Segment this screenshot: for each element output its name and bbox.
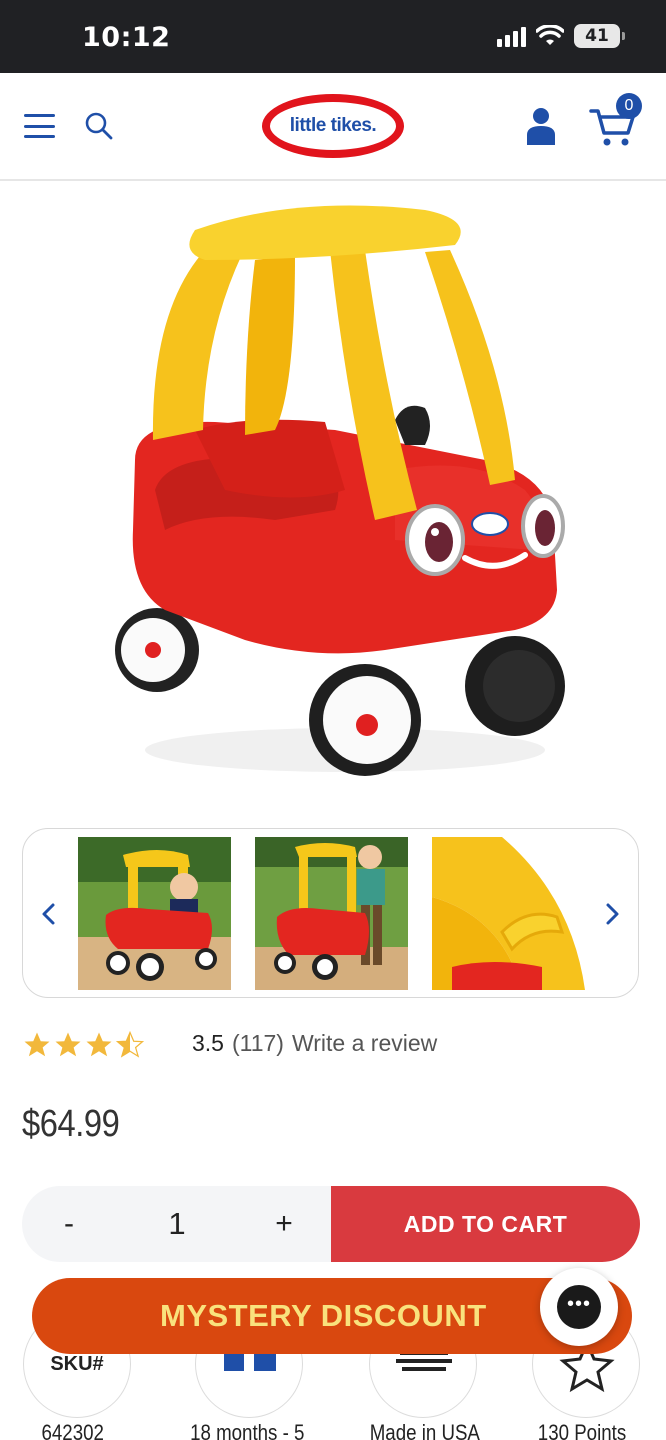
- thumbnail-3[interactable]: [432, 837, 585, 990]
- product-price: $64.99: [22, 1103, 120, 1145]
- thumbnail-2[interactable]: [255, 837, 408, 990]
- chevron-right-icon[interactable]: [600, 899, 624, 929]
- product-image[interactable]: [95, 190, 575, 810]
- site-header: little tikes. 0: [0, 73, 666, 181]
- cart-count-badge: 0: [616, 93, 642, 119]
- chevron-left-icon[interactable]: [37, 899, 61, 929]
- battery-icon: 41: [574, 24, 625, 48]
- star-icon: [55, 1032, 81, 1057]
- wifi-icon: [536, 25, 564, 45]
- status-bar: 10:12 41: [0, 0, 666, 73]
- review-count[interactable]: (117): [232, 1030, 284, 1057]
- write-review-link[interactable]: Write a review: [292, 1030, 437, 1057]
- points-label: 130 Points: [537, 1420, 627, 1440]
- age-range: 18 months - 5: [190, 1420, 305, 1440]
- brand-logo[interactable]: little tikes.: [262, 94, 404, 158]
- rating-stars[interactable]: [22, 1030, 145, 1060]
- quantity-stepper: - 1 +: [22, 1186, 332, 1262]
- signal-icon: [497, 25, 526, 47]
- chat-button[interactable]: •••: [540, 1268, 618, 1346]
- sku-value: 642302: [41, 1420, 104, 1440]
- star-icon: [24, 1032, 50, 1057]
- quantity-value[interactable]: 1: [152, 1204, 202, 1244]
- thumbnail-carousel: [22, 828, 639, 998]
- rating-value: 3.5: [192, 1030, 224, 1056]
- star-icon: [86, 1032, 112, 1057]
- rating-summary: 3.5 (117) Write a review: [192, 1030, 437, 1057]
- sku-badge-text: SKU#: [50, 1353, 104, 1375]
- half-star-icon: [115, 1030, 145, 1058]
- thumbnail-1[interactable]: [78, 837, 231, 990]
- chat-bubble-icon: •••: [557, 1285, 601, 1329]
- add-to-cart-button[interactable]: ADD TO CART: [331, 1186, 640, 1262]
- menu-icon[interactable]: [24, 114, 55, 138]
- logo-text: little tikes.: [289, 115, 377, 136]
- search-icon[interactable]: [84, 111, 114, 141]
- quantity-increase-button[interactable]: +: [267, 1204, 301, 1244]
- made-in-label: Made in USA: [369, 1420, 480, 1440]
- status-icons: 41: [497, 24, 625, 48]
- quantity-decrease-button[interactable]: -: [52, 1204, 86, 1244]
- status-time: 10:12: [82, 22, 171, 53]
- account-icon[interactable]: [525, 107, 557, 145]
